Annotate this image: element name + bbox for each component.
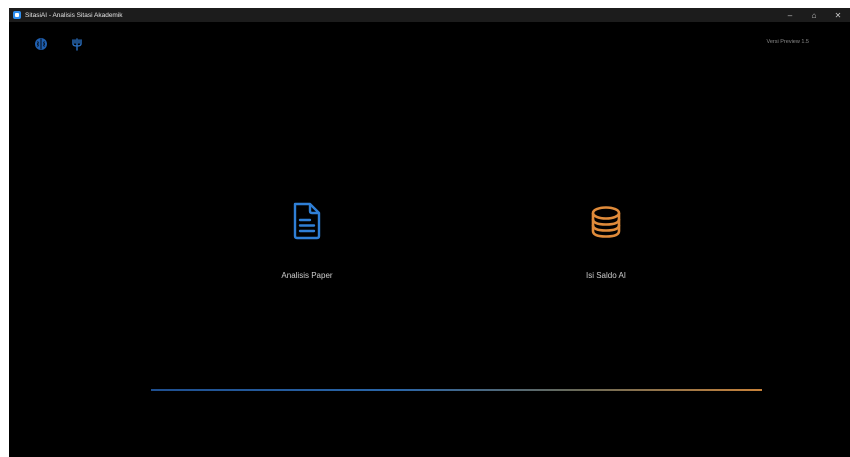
- window-title: SitasiAI - Analisis Sitasi Akademik: [25, 11, 123, 19]
- version-label: Versi Preview 1.5: [766, 39, 810, 45]
- close-button[interactable]: ✕: [826, 8, 850, 22]
- minimize-button[interactable]: –: [778, 8, 802, 22]
- isi-saldo-ai-label: Isi Saldo AI: [585, 271, 627, 280]
- restore-button[interactable]: ⌂: [802, 8, 826, 22]
- window-controls: – ⌂ ✕: [778, 8, 850, 22]
- top-icon-bar: [34, 37, 84, 51]
- app-logo-icon: [13, 11, 21, 19]
- progress-bar: [151, 389, 762, 391]
- brain-icon[interactable]: [34, 37, 48, 51]
- app-window: SitasiAI - Analisis Sitasi Akademik – ⌂ …: [9, 8, 850, 457]
- trident-icon[interactable]: [70, 37, 84, 51]
- analisis-paper-button[interactable]: Analisis Paper: [247, 201, 367, 291]
- coins-icon: [591, 206, 621, 238]
- progress-bar-fill: [151, 389, 762, 391]
- analisis-paper-label: Analisis Paper: [281, 271, 333, 280]
- title-bar[interactable]: SitasiAI - Analisis Sitasi Akademik – ⌂ …: [9, 8, 850, 22]
- isi-saldo-ai-button[interactable]: Isi Saldo AI: [546, 201, 666, 291]
- document-icon: [293, 202, 321, 240]
